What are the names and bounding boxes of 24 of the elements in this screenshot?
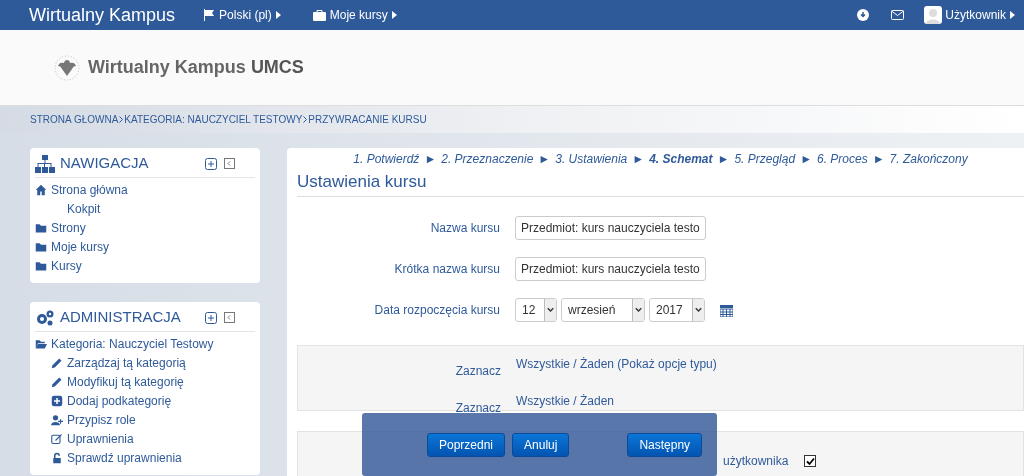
site-logo-text: UMCS bbox=[250, 56, 304, 79]
step-label: 6. Proces bbox=[817, 151, 868, 168]
field-label: Nazwa kursu bbox=[429, 220, 501, 237]
page-heading: Ustawienia kursu bbox=[297, 167, 1024, 197]
field-label: Krótka nazwa kursu bbox=[393, 261, 501, 278]
field-label: Data rozpoczęcia kursu bbox=[373, 302, 501, 319]
field-label: Zaznacz bbox=[454, 400, 502, 417]
field-label: Zaznacz bbox=[454, 363, 502, 380]
step-separator: ► bbox=[424, 151, 437, 168]
step-separator: ► bbox=[538, 151, 551, 168]
step-label: 1. Potwierdź bbox=[353, 151, 420, 168]
site-logo-text: Wirtualny Kampus bbox=[88, 56, 246, 79]
step-label: 5. Przegląd bbox=[734, 151, 796, 168]
step-label: 3. Ustawienia bbox=[555, 151, 628, 168]
step-separator: ► bbox=[872, 151, 885, 168]
step-label: 2. Przeznaczenie bbox=[441, 151, 534, 168]
step-separator: ► bbox=[632, 151, 645, 168]
block-title: ADMINISTRACJA bbox=[60, 307, 181, 328]
step-label: 7. Zakończony bbox=[889, 151, 968, 168]
step-separator: ► bbox=[800, 151, 812, 168]
block-title: NAWIGACJA bbox=[60, 153, 149, 174]
step-separator: ► bbox=[717, 151, 730, 168]
field-label: użytkownika bbox=[723, 453, 789, 470]
step-label: 4. Schemat bbox=[649, 151, 713, 168]
